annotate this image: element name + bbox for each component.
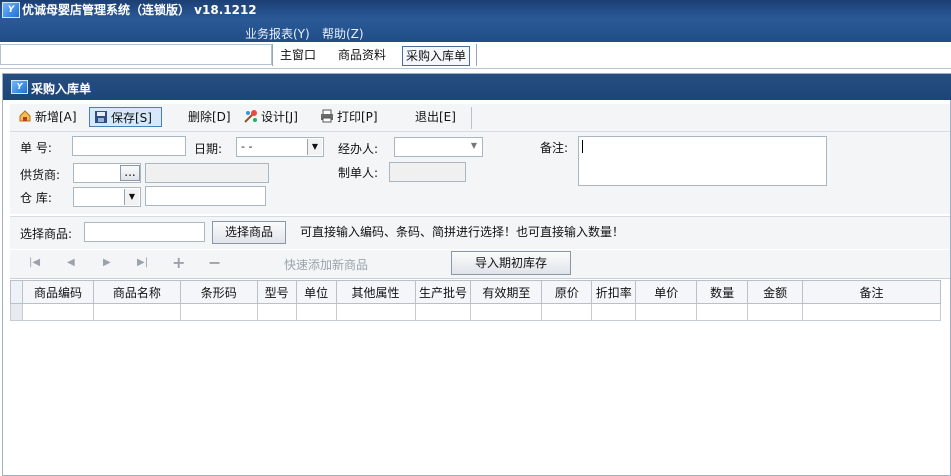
grid-cell[interactable] [92, 303, 181, 321]
design-label: 设计[J] [261, 110, 298, 124]
handler-label: 经办人: [338, 142, 379, 156]
col-header[interactable]: 型号 [256, 280, 297, 304]
doc-no-input[interactable] [72, 136, 186, 156]
col-header[interactable]: 商品名称 [92, 280, 181, 304]
prev-record-icon[interactable]: ◀ [67, 257, 75, 268]
col-header[interactable]: 条形码 [179, 280, 258, 304]
first-record-icon[interactable]: |◀ [29, 257, 40, 268]
col-header[interactable]: 有效期至 [470, 280, 543, 304]
col-header[interactable]: 单价 [635, 280, 698, 304]
divider [476, 44, 477, 66]
chevron-down-icon[interactable]: ▼ [124, 189, 139, 205]
supplier-name-field [145, 163, 269, 183]
menu-help[interactable]: 帮助(Z) [322, 25, 364, 42]
design-icon [244, 109, 258, 123]
grid-cell[interactable] [747, 303, 804, 321]
exit-label: 退出[E] [415, 110, 456, 124]
row-selector[interactable] [10, 303, 23, 321]
grid-cell[interactable] [256, 303, 297, 321]
save-button[interactable]: 保存[S] [89, 107, 162, 127]
supplier-input[interactable]: ... [73, 163, 141, 183]
grid-header-row: 商品编码 商品名称 条形码 型号 单位 其他属性 生产批号 有效期至 原价 折扣… [10, 280, 941, 304]
menu-business-report[interactable]: 业务报表(Y) [245, 25, 310, 42]
grid-cell[interactable] [335, 303, 416, 321]
handler-select[interactable]: ▼ [394, 137, 483, 157]
warehouse-name-field[interactable] [145, 186, 266, 206]
delete-button[interactable]: 删除[D] [188, 107, 231, 127]
text-cursor [582, 140, 583, 153]
warehouse-select[interactable]: ▼ [73, 187, 141, 207]
col-header[interactable]: 单位 [295, 280, 337, 304]
grid-cell[interactable] [414, 303, 472, 321]
grid-cell[interactable] [635, 303, 698, 321]
import-opening-stock-button[interactable]: 导入期初库存 [451, 251, 571, 275]
select-product-label: 选择商品: [20, 227, 73, 241]
divider [471, 107, 472, 129]
col-header[interactable]: 商品编码 [21, 280, 94, 304]
last-record-icon[interactable]: ▶| [137, 257, 148, 268]
design-button[interactable]: 设计[J] [244, 107, 298, 127]
col-header[interactable]: 折扣率 [591, 280, 637, 304]
new-button[interactable]: 新增[A] [18, 107, 77, 127]
chevron-down-icon: ▼ [470, 141, 477, 150]
col-header[interactable]: 数量 [696, 280, 749, 304]
col-header[interactable]: 其他属性 [335, 280, 416, 304]
remark-textarea[interactable] [578, 136, 827, 186]
table-row[interactable] [10, 303, 941, 321]
select-hint: 可直接输入编码、条码、简拼进行选择！也可直接输入数量！ [300, 225, 625, 239]
grid-cell[interactable] [696, 303, 749, 321]
grid-cell[interactable] [802, 303, 941, 321]
window-title-bar [3, 74, 951, 100]
print-icon [320, 109, 334, 123]
date-label: 日期: [194, 142, 223, 156]
grid-cell[interactable] [541, 303, 593, 321]
col-header[interactable]: 备注 [802, 280, 941, 304]
remark-label: 备注: [540, 141, 569, 155]
date-picker[interactable]: - - ▼ [236, 137, 324, 157]
window-logo-icon: Y [11, 80, 28, 94]
quick-search-input[interactable] [0, 44, 272, 65]
save-label: 保存[S] [111, 111, 152, 125]
doc-no-label: 单 号: [20, 141, 52, 155]
maker-field [389, 162, 466, 182]
grid-cell[interactable] [591, 303, 637, 321]
row-header-corner [10, 280, 23, 304]
remove-row-icon[interactable]: − [208, 253, 221, 272]
save-icon [94, 110, 108, 124]
app-logo-icon: Y [2, 2, 20, 18]
date-value: - - [241, 140, 253, 153]
col-header[interactable]: 生产批号 [414, 280, 472, 304]
select-product-button[interactable]: 选择商品 [212, 221, 286, 244]
print-label: 打印[P] [337, 110, 378, 124]
grid-cell[interactable] [179, 303, 258, 321]
new-icon [18, 109, 32, 123]
exit-button[interactable]: 退出[E] [415, 107, 456, 127]
supplier-browse-button[interactable]: ... [120, 165, 140, 181]
window-title: 采购入库单 [31, 82, 92, 96]
tab-product-info[interactable]: 商品资料 [335, 46, 389, 64]
select-product-input[interactable] [84, 222, 205, 242]
chevron-down-icon[interactable]: ▼ [307, 139, 322, 155]
col-header[interactable]: 原价 [541, 280, 593, 304]
tab-purchase-inbound[interactable]: 采购入库单 [402, 46, 471, 66]
item-grid[interactable]: 商品编码 商品名称 条形码 型号 单位 其他属性 生产批号 有效期至 原价 折扣… [10, 280, 941, 321]
quick-add-product[interactable]: 快速添加新商品 [284, 256, 368, 273]
maker-label: 制单人: [338, 166, 379, 180]
grid-cell[interactable] [295, 303, 337, 321]
next-record-icon[interactable]: ▶ [103, 257, 111, 268]
warehouse-label: 仓 库: [20, 191, 52, 205]
add-row-icon[interactable]: + [172, 253, 185, 272]
new-label: 新增[A] [35, 110, 77, 124]
app-title: 优诚母婴店管理系统（连锁版） v18.1212 [22, 3, 257, 17]
grid-cell[interactable] [21, 303, 94, 321]
delete-label: 删除[D] [188, 110, 231, 124]
print-button[interactable]: 打印[P] [320, 107, 378, 127]
grid-cell[interactable] [470, 303, 543, 321]
col-header[interactable]: 金额 [747, 280, 804, 304]
tab-main-window[interactable]: 主窗口 [277, 46, 319, 64]
supplier-label: 供货商: [20, 168, 61, 182]
divider [272, 44, 273, 66]
